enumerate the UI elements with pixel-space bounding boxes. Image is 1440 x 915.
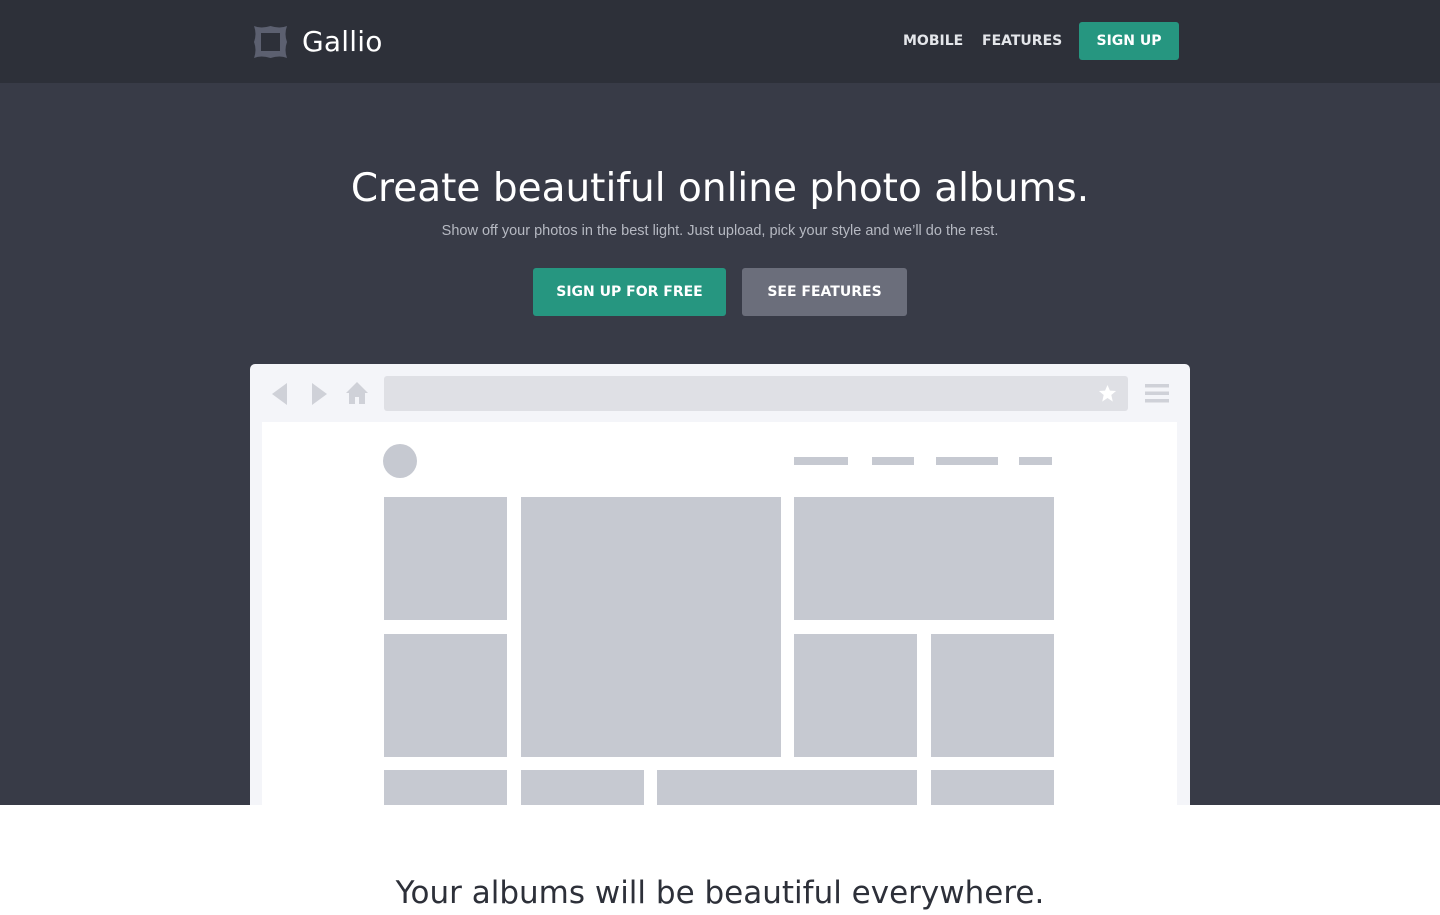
- mockup-nav-placeholder: [872, 457, 914, 465]
- sign-up-free-button[interactable]: SIGN UP FOR FREE: [533, 268, 726, 316]
- mockup-nav-placeholder: [936, 457, 998, 465]
- avatar: [383, 444, 417, 478]
- address-bar: [384, 376, 1128, 411]
- photo-placeholder: [931, 770, 1054, 805]
- sign-up-button[interactable]: SIGN UP: [1079, 22, 1179, 60]
- mockup-page: [262, 422, 1177, 805]
- home-icon: [346, 382, 368, 404]
- photo-placeholder: [521, 770, 644, 805]
- nav-link-mobile[interactable]: MOBILE: [903, 30, 963, 52]
- photo-placeholder: [521, 497, 781, 757]
- photo-placeholder: [794, 634, 917, 757]
- frame-logo-icon[interactable]: [252, 24, 289, 60]
- mockup-nav-placeholder: [1019, 457, 1052, 465]
- see-features-button[interactable]: SEE FEATURES: [742, 268, 907, 316]
- browser-mockup: [250, 364, 1190, 805]
- star-icon: [1098, 384, 1117, 402]
- nav-link-features[interactable]: FEATURES: [982, 30, 1062, 52]
- mockup-nav-placeholder: [794, 457, 848, 465]
- photo-placeholder: [384, 497, 507, 620]
- photo-placeholder: [794, 497, 1054, 620]
- section-heading: Your albums will be beautiful everywhere…: [395, 875, 1045, 911]
- hero-subtitle: Show off your photos in the best light. …: [441, 223, 999, 239]
- photo-placeholder: [384, 634, 507, 757]
- hero-title: Create beautiful online photo albums.: [350, 166, 1090, 211]
- hamburger-menu-icon: [1145, 384, 1169, 403]
- top-navbar: Gallio MOBILE FEATURES SIGN UP: [0, 0, 1440, 83]
- photo-placeholder: [931, 634, 1054, 757]
- forward-arrow-icon: [312, 383, 327, 405]
- brand-name[interactable]: Gallio: [302, 22, 383, 62]
- photo-placeholder: [657, 770, 917, 805]
- photo-placeholder: [384, 770, 507, 805]
- back-arrow-icon: [272, 383, 287, 405]
